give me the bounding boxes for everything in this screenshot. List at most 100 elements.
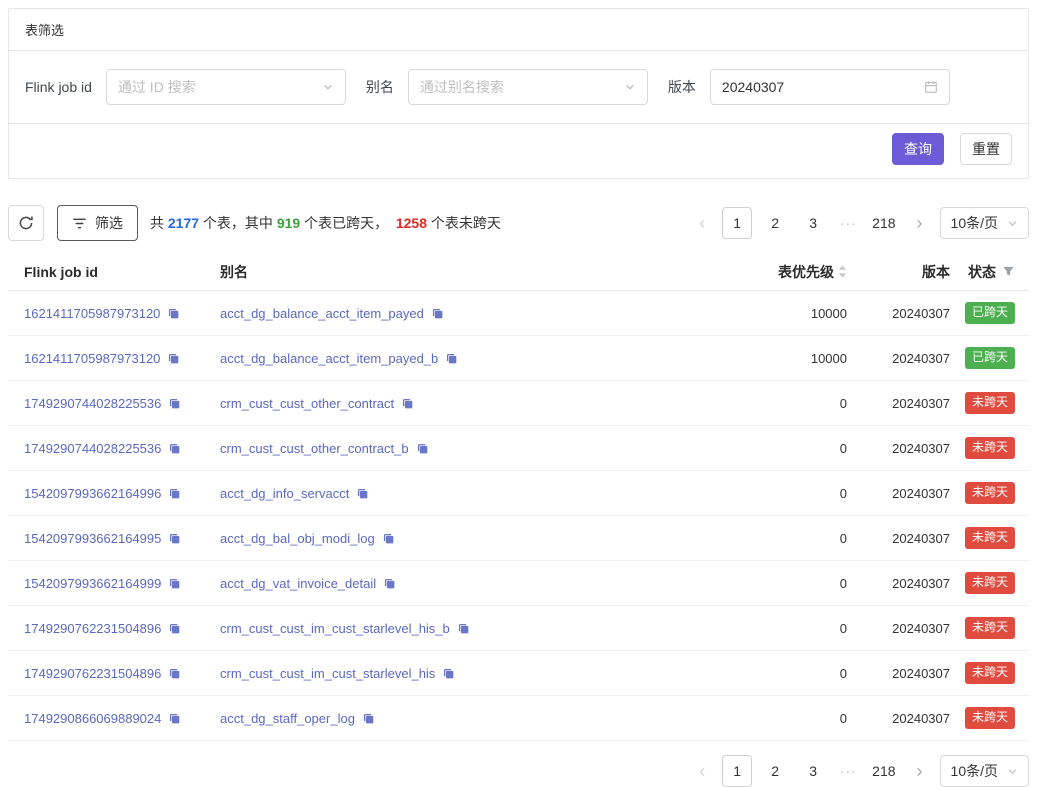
flink-job-id-link[interactable]: 1749290744028225536 [24,396,161,411]
copy-icon[interactable] [416,442,429,455]
flink-job-id-link[interactable]: 1749290762231504896 [24,666,161,681]
alias-link[interactable]: crm_cust_cust_im_cust_starlevel_his_b [220,621,450,636]
flink-job-id-cell: 1749290744028225536 [8,396,220,411]
version-cell: 20240307 [847,351,950,366]
page-button-1[interactable]: 1 [722,207,752,239]
copy-icon[interactable] [167,352,180,365]
prev-page-button[interactable]: ‹ [690,755,714,787]
summary-mid1: 个表，其中 [199,215,277,231]
copy-icon[interactable] [383,577,396,590]
copy-icon[interactable] [362,712,375,725]
alias-link[interactable]: acct_dg_bal_obj_modi_log [220,531,375,546]
copy-icon[interactable] [167,307,180,320]
copy-icon[interactable] [401,397,414,410]
page-size-select[interactable]: 10条/页 [940,755,1029,787]
alias-field: 别名 通过别名搜索 [366,69,648,105]
flink-job-id-link[interactable]: 1621411705987973120 [24,351,160,366]
page-button-2[interactable]: 2 [760,207,790,239]
copy-icon[interactable] [431,307,444,320]
alias-link[interactable]: acct_dg_info_servacct [220,486,349,501]
header-status-label: 状态 [968,262,996,282]
reset-button[interactable]: 重置 [960,133,1012,165]
priority-cell: 0 [727,711,847,726]
copy-icon[interactable] [457,622,470,635]
alias-link[interactable]: acct_dg_staff_oper_log [220,711,355,726]
alias-cell: acct_dg_balance_acct_item_payed_b [220,351,727,366]
copy-icon[interactable] [168,487,181,500]
alias-placeholder: 通过别名搜索 [420,77,504,97]
flink-job-id-link[interactable]: 1749290866069889024 [24,711,161,726]
page-button-1[interactable]: 1 [722,755,752,787]
filter-panel-button[interactable]: 筛选 [57,205,138,241]
refresh-button[interactable] [8,205,44,241]
page-button-2[interactable]: 2 [760,755,790,787]
header-status: 状态 [950,262,1029,282]
page-button-3[interactable]: 3 [798,755,828,787]
header-alias: 别名 [220,262,727,282]
chevron-down-icon [322,81,334,93]
flink-job-id-link[interactable]: 1621411705987973120 [24,306,160,321]
page-button-218[interactable]: 218 [868,207,899,239]
page-size-select[interactable]: 10条/页 [940,207,1029,239]
alias-link[interactable]: acct_dg_balance_acct_item_payed_b [220,351,438,366]
status-cell: 未跨天 [950,617,1029,639]
copy-icon[interactable] [382,532,395,545]
copy-icon[interactable] [168,397,181,410]
table-row: 1542097993662164999 acct_dg_vat_invoice_… [8,561,1029,606]
chevron-down-icon [1007,766,1018,777]
copy-icon[interactable] [168,712,181,725]
flink-job-id-select[interactable]: 通过 ID 搜索 [106,69,346,105]
page-button-218[interactable]: 218 [868,755,899,787]
alias-label: 别名 [366,77,394,97]
prev-page-button[interactable]: ‹ [690,207,714,239]
alias-cell: acct_dg_bal_obj_modi_log [220,531,727,546]
copy-icon[interactable] [168,667,181,680]
alias-cell: crm_cust_cust_other_contract [220,396,727,411]
alias-link[interactable]: acct_dg_vat_invoice_detail [220,576,376,591]
copy-icon[interactable] [168,442,181,455]
flink-job-id-link[interactable]: 1542097993662164999 [24,576,161,591]
pagination: ‹123···218›10条/页 [690,755,1029,787]
version-cell: 20240307 [847,306,950,321]
header-priority-label: 表优先级 [778,262,834,282]
copy-icon[interactable] [168,532,181,545]
sort-icon[interactable] [838,264,847,279]
priority-cell: 0 [727,396,847,411]
alias-link[interactable]: crm_cust_cust_other_contract [220,396,394,411]
flink-job-id-link[interactable]: 1749290744028225536 [24,441,161,456]
table-row: 1621411705987973120 acct_dg_balance_acct… [8,291,1029,336]
copy-icon[interactable] [356,487,369,500]
copy-icon[interactable] [168,577,181,590]
version-cell: 20240307 [847,666,950,681]
copy-icon[interactable] [445,352,458,365]
table-header-row: Flink job id 别名 表优先级 版本 状态 [8,253,1029,291]
status-badge: 未跨天 [965,527,1015,549]
alias-link[interactable]: crm_cust_cust_im_cust_starlevel_his [220,666,435,681]
flink-job-id-cell: 1749290762231504896 [8,666,220,681]
priority-cell: 10000 [727,306,847,321]
version-cell: 20240307 [847,621,950,636]
header-priority[interactable]: 表优先级 [727,262,847,282]
flink-job-id-link[interactable]: 1542097993662164996 [24,486,161,501]
status-cell: 已跨天 [950,347,1029,369]
page-root: 表筛选 Flink job id 通过 ID 搜索 别名 通过别名搜索 [0,8,1037,775]
flink-job-id-link[interactable]: 1542097993662164995 [24,531,161,546]
priority-cell: 10000 [727,351,847,366]
alias-link[interactable]: crm_cust_cust_other_contract_b [220,441,409,456]
copy-icon[interactable] [168,622,181,635]
alias-link[interactable]: acct_dg_balance_acct_item_payed [220,306,424,321]
filter-funnel-icon[interactable] [1002,265,1015,278]
flink-job-id-link[interactable]: 1749290762231504896 [24,621,161,636]
query-button[interactable]: 查询 [892,133,944,165]
summary-total-count: 2177 [168,215,199,231]
version-date-input[interactable]: 20240307 [710,69,950,105]
alias-select[interactable]: 通过别名搜索 [408,69,648,105]
next-page-button[interactable]: › [908,207,932,239]
bottom-pagination-row: ‹123···218›10条/页 [8,755,1029,787]
table-row: 1542097993662164996 acct_dg_info_servacc… [8,471,1029,516]
page-button-3[interactable]: 3 [798,207,828,239]
alias-cell: acct_dg_staff_oper_log [220,711,727,726]
copy-icon[interactable] [442,667,455,680]
next-page-button[interactable]: › [908,755,932,787]
status-cell: 未跨天 [950,707,1029,729]
